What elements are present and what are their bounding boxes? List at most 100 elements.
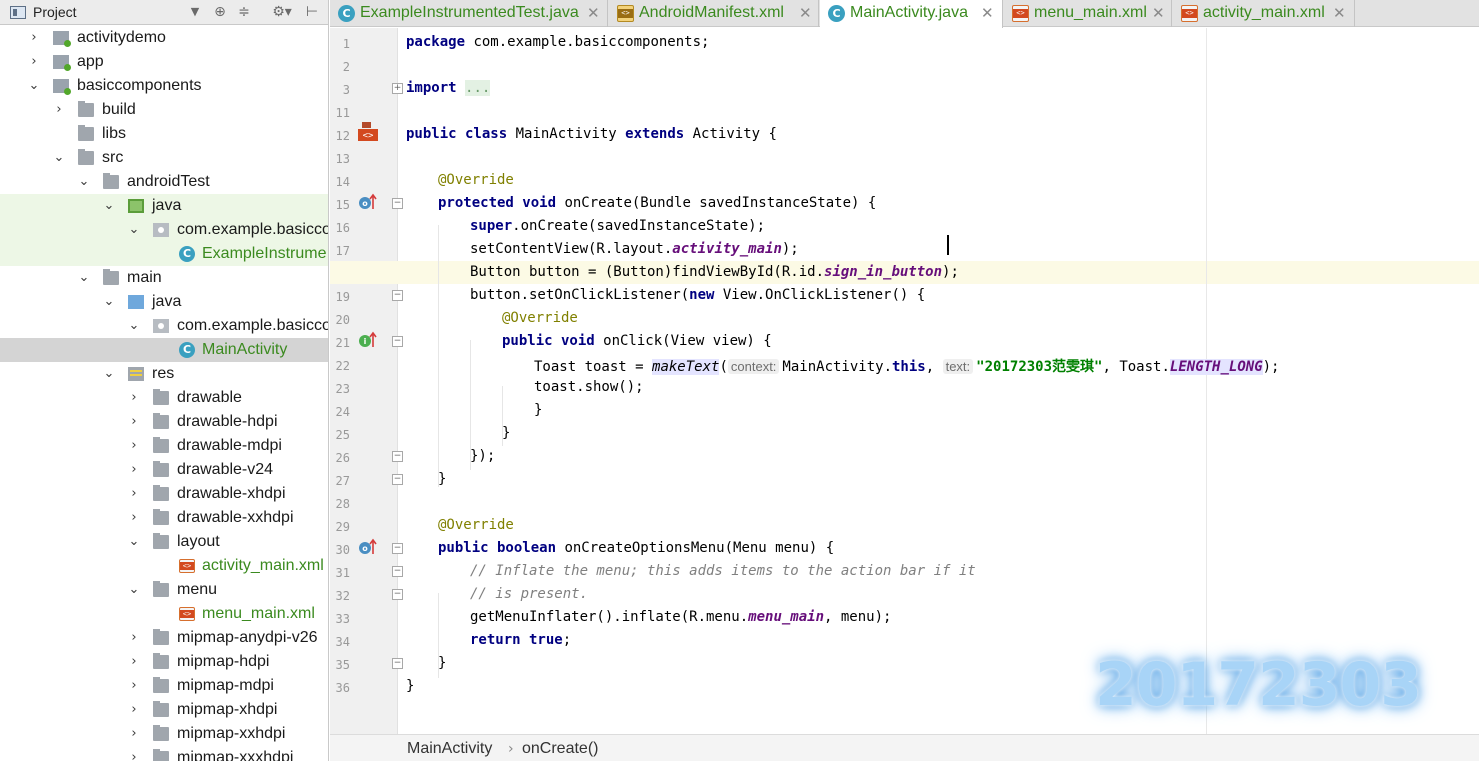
code-editor[interactable]: 1 2 3 11 12 13 14 15 16 17 18 19 20 21 2… — [330, 28, 1479, 734]
tree-item-drawable-v24[interactable]: › drawable-v24 — [0, 458, 328, 482]
tree-item-drawable-xxhdpi[interactable]: › drawable-xxhdpi — [0, 506, 328, 530]
tab-androidmanifest[interactable]: AndroidManifest.xml ✕ — [609, 0, 819, 27]
tab-activity-main-xml[interactable]: activity_main.xml ✕ — [1173, 0, 1355, 27]
tree-item-layout[interactable]: ⌄ layout — [0, 530, 328, 554]
expand-arrow-icon[interactable]: › — [127, 506, 141, 530]
expand-arrow-icon[interactable]: › — [127, 482, 141, 506]
tree-item-activitydemo[interactable]: › activitydemo — [0, 26, 328, 50]
tree-item-mipmap-mdpi[interactable]: › mipmap-mdpi — [0, 674, 328, 698]
tree-item-mipmap-anydpi-v26[interactable]: › mipmap-anydpi-v26 — [0, 626, 328, 650]
folder-icon — [78, 149, 94, 165]
expand-arrow-icon[interactable]: › — [127, 698, 141, 722]
expand-arrow-icon[interactable]: › — [127, 722, 141, 746]
code-line-23: toast.show(); — [534, 379, 644, 395]
tree-item-mainactivity[interactable]: C MainActivity — [0, 338, 328, 362]
collapse-arrow-icon[interactable]: ⌄ — [52, 146, 66, 170]
collapse-arrow-icon[interactable]: ⌄ — [77, 170, 91, 194]
tree-item-androidtest[interactable]: ⌄ androidTest — [0, 170, 328, 194]
collapse-all-icon[interactable]: ≑ — [235, 3, 253, 21]
tree-item-test-package[interactable]: ⌄ com.example.basicco — [0, 218, 328, 242]
breadcrumb-class[interactable]: MainActivity — [407, 739, 492, 759]
code-line-33: getMenuInflater().inflate(R.menu.menu_ma… — [470, 609, 892, 625]
implement-method-icon[interactable]: i — [358, 331, 378, 349]
tree-item-menu[interactable]: ⌄ menu — [0, 578, 328, 602]
close-icon[interactable]: ✕ — [799, 4, 812, 22]
tab-exampleinstrumentedtest[interactable]: C ExampleInstrumentedTest.java ✕ — [330, 0, 608, 27]
close-icon[interactable]: ✕ — [981, 4, 994, 22]
expand-arrow-icon[interactable]: › — [127, 386, 141, 410]
tree-item-res[interactable]: ⌄ res — [0, 362, 328, 386]
module-folder-icon — [53, 55, 71, 71]
tree-item-label: menu_main.xml — [202, 605, 315, 622]
collapse-arrow-icon[interactable]: ⌄ — [127, 578, 141, 602]
close-icon[interactable]: ✕ — [1333, 4, 1346, 22]
tree-item-main-java[interactable]: ⌄ java — [0, 290, 328, 314]
tree-item-basiccomponents[interactable]: ⌄ basiccomponents — [0, 74, 328, 98]
collapse-arrow-icon[interactable]: ⌄ — [127, 218, 141, 242]
breadcrumb: MainActivity › onCreate() — [330, 734, 1479, 761]
project-panel-title[interactable]: Project — [33, 4, 77, 20]
collapse-arrow-icon[interactable]: ⌄ — [102, 362, 116, 386]
expand-arrow-icon[interactable]: › — [27, 50, 41, 74]
tree-item-test-java[interactable]: ⌄ java — [0, 194, 328, 218]
tree-item-drawable-mdpi[interactable]: › drawable-mdpi — [0, 434, 328, 458]
tree-item-libs[interactable]: libs — [0, 122, 328, 146]
override-method-icon[interactable]: o — [358, 538, 378, 556]
close-icon[interactable]: ✕ — [587, 4, 600, 22]
tree-item-src[interactable]: ⌄ src — [0, 146, 328, 170]
tree-item-app[interactable]: › app — [0, 50, 328, 74]
tree-item-drawable-xhdpi[interactable]: › drawable-xhdpi — [0, 482, 328, 506]
tree-item-mipmap-xxhdpi[interactable]: › mipmap-xxhdpi — [0, 722, 328, 746]
tree-item-activity-main-xml[interactable]: activity_main.xml — [0, 554, 328, 578]
code-line-32: // is present. — [470, 586, 589, 602]
collapse-arrow-icon[interactable]: ⌄ — [102, 290, 116, 314]
close-icon[interactable]: ✕ — [1152, 4, 1165, 22]
tree-item-menu-main-xml[interactable]: menu_main.xml — [0, 602, 328, 626]
collapse-arrow-icon[interactable]: ⌄ — [77, 266, 91, 290]
tree-item-drawable-hdpi[interactable]: › drawable-hdpi — [0, 410, 328, 434]
tree-item-exampleinstrumentedtest[interactable]: C ExampleInstrume — [0, 242, 328, 266]
folder-icon — [153, 677, 169, 693]
scroll-from-source-icon[interactable]: ⊕ — [211, 3, 229, 21]
collapse-arrow-icon[interactable]: ⌄ — [102, 194, 116, 218]
test-source-folder-icon — [128, 199, 144, 213]
dropdown-icon[interactable]: ▼ — [188, 3, 202, 21]
expand-arrow-icon[interactable]: › — [127, 650, 141, 674]
expand-arrow-icon[interactable]: › — [127, 674, 141, 698]
tree-item-mipmap-hdpi[interactable]: › mipmap-hdpi — [0, 650, 328, 674]
breadcrumb-method[interactable]: onCreate() — [522, 739, 598, 759]
layout-preview-icon[interactable]: <> — [358, 122, 378, 142]
settings-icon[interactable]: ⚙▾ — [268, 3, 296, 21]
expand-arrow-icon[interactable]: › — [127, 458, 141, 482]
tree-item-build[interactable]: › build — [0, 98, 328, 122]
tree-item-label: activitydemo — [77, 29, 166, 46]
folded-imports[interactable]: ... — [465, 80, 491, 96]
code-text-area[interactable]: package com.example.basiccomponents; imp… — [398, 28, 1479, 734]
expand-arrow-icon[interactable]: › — [127, 434, 141, 458]
tree-item-mipmap-xhdpi[interactable]: › mipmap-xhdpi — [0, 698, 328, 722]
tab-mainactivity[interactable]: C MainActivity.java ✕ — [820, 0, 1003, 28]
expand-arrow-icon[interactable]: › — [127, 746, 141, 761]
expand-arrow-icon[interactable]: › — [52, 98, 66, 122]
tree-item-main-package[interactable]: ⌄ com.example.basicco — [0, 314, 328, 338]
line-number: 32 — [335, 589, 350, 603]
expand-arrow-icon[interactable]: › — [127, 410, 141, 434]
code-line-24: } — [534, 402, 543, 418]
collapse-arrow-icon[interactable]: ⌄ — [127, 530, 141, 554]
override-method-icon[interactable]: o — [358, 193, 378, 211]
tree-item-mipmap-xxxhdpi[interactable]: › mipmap-xxxhdpi — [0, 746, 328, 761]
code-line-1: package com.example.basiccomponents; — [406, 34, 710, 50]
xml-file-icon — [179, 607, 195, 621]
manifest-file-icon — [617, 5, 634, 22]
hide-panel-icon[interactable]: ⊢ — [303, 3, 321, 21]
tab-menu-main-xml[interactable]: menu_main.xml ✕ — [1004, 0, 1172, 27]
expand-arrow-icon[interactable]: › — [127, 626, 141, 650]
code-line-36: } — [406, 678, 415, 694]
tree-item-drawable[interactable]: › drawable — [0, 386, 328, 410]
collapse-arrow-icon[interactable]: ⌄ — [127, 314, 141, 338]
tree-item-main[interactable]: ⌄ main — [0, 266, 328, 290]
resource-folder-icon — [128, 367, 144, 381]
expand-arrow-icon[interactable]: › — [27, 26, 41, 50]
folder-icon — [153, 533, 169, 549]
collapse-arrow-icon[interactable]: ⌄ — [27, 74, 41, 98]
